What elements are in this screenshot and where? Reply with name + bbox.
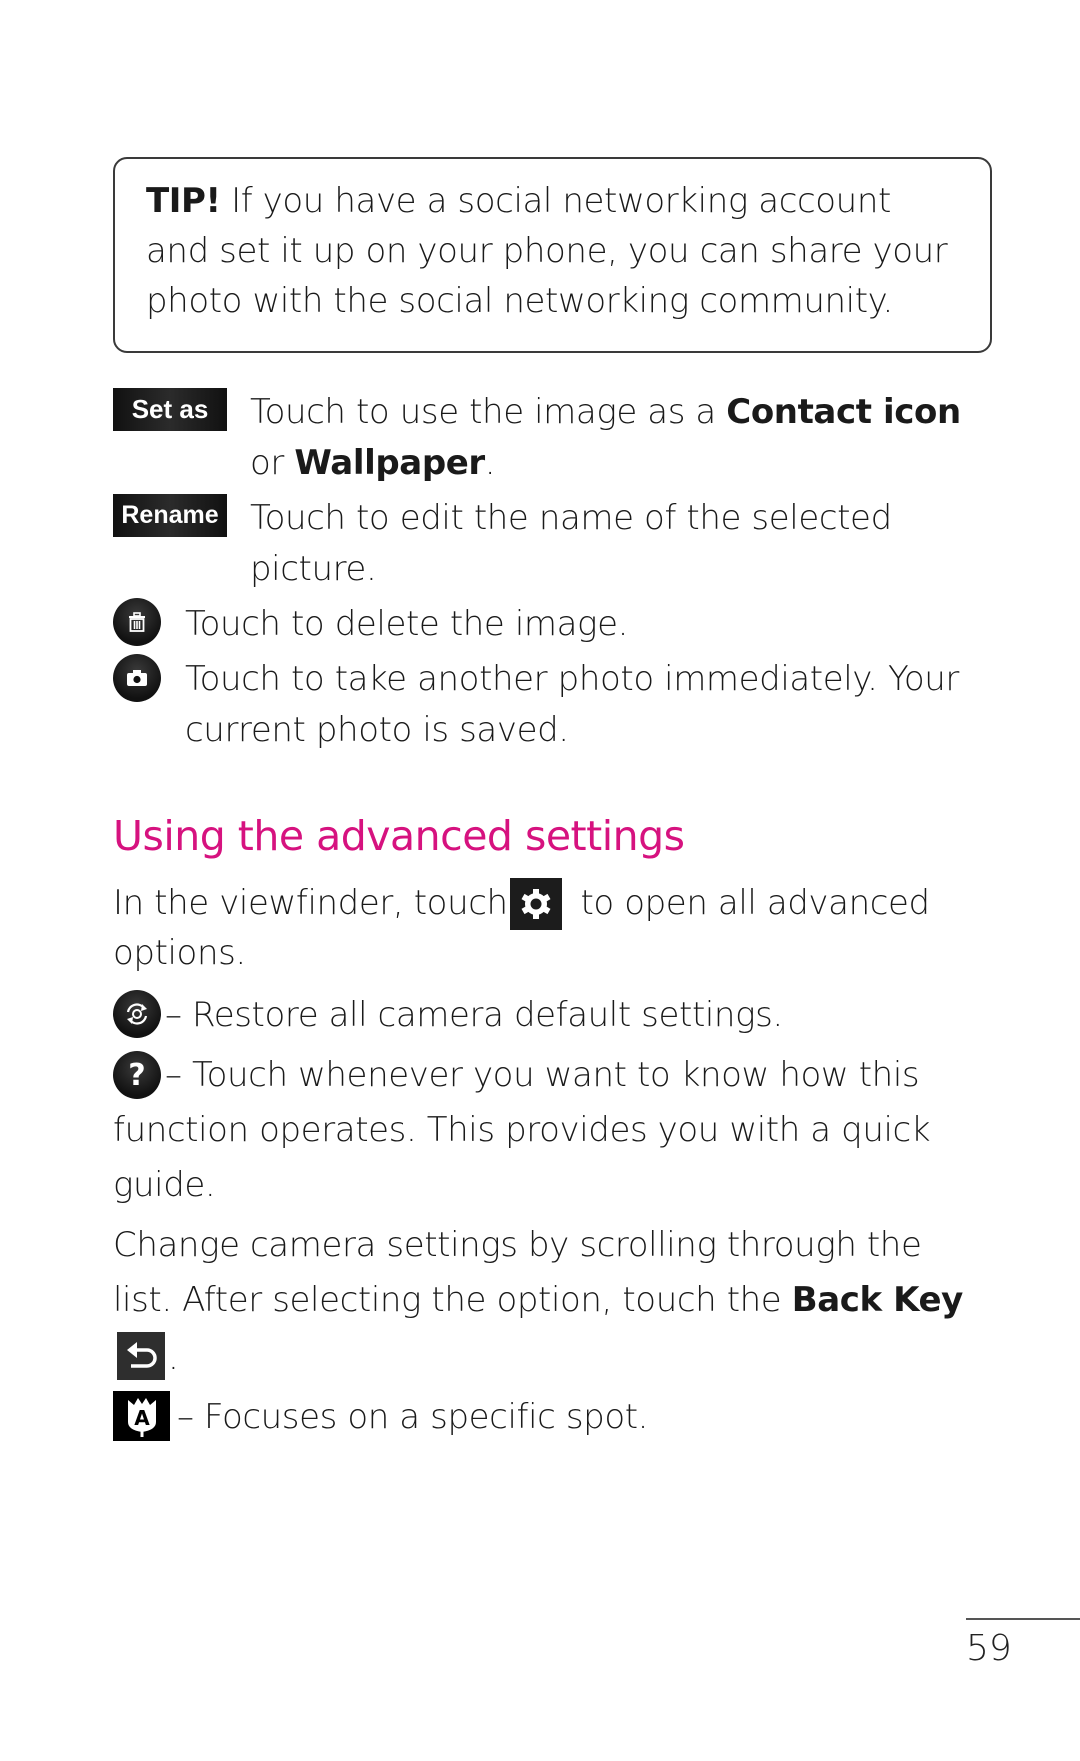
section-heading: Using the advanced settings	[113, 812, 685, 860]
focus-mode-button[interactable]: A	[113, 1391, 170, 1441]
contact-icon-term: Contact icon	[726, 392, 961, 432]
back-key-icon	[127, 1342, 157, 1368]
camera-description-line-2: current photo is saved.	[185, 710, 569, 750]
restore-button[interactable]	[113, 990, 161, 1038]
settings-gear-icon	[521, 889, 551, 919]
help-button[interactable]: ?	[113, 1051, 161, 1099]
delete-button[interactable]	[113, 598, 161, 646]
help-icon: ?	[128, 1057, 146, 1093]
rename-description-line-1: Touch to edit the name of the selected	[250, 498, 892, 538]
svg-text:A: A	[134, 1406, 150, 1430]
help-description-line-3: guide.	[113, 1165, 216, 1205]
change-settings-line-2: list. After selecting the option, touch …	[113, 1280, 963, 1320]
page-number: 59	[966, 1628, 1012, 1669]
tip-line-2: and set it up on your phone, you can sha…	[146, 231, 948, 271]
camera-description-line-1: Touch to take another photo immediately.…	[185, 659, 959, 699]
back-key-button[interactable]	[117, 1332, 165, 1380]
wallpaper-term: Wallpaper	[294, 443, 485, 483]
rename-button[interactable]: Rename	[113, 494, 227, 537]
camera-icon	[127, 670, 147, 686]
tip-label: TIP!	[146, 181, 221, 221]
help-description-line-2: function operates. This provides you wit…	[113, 1110, 931, 1150]
trash-icon	[129, 612, 145, 632]
restore-icon	[126, 1003, 148, 1025]
focus-description: – Focuses on a specific spot.	[177, 1397, 649, 1437]
back-key-period: .	[168, 1338, 179, 1378]
page-number-rule	[966, 1618, 1080, 1620]
delete-description: Touch to delete the image.	[185, 604, 628, 644]
camera-button[interactable]	[113, 654, 161, 702]
settings-button[interactable]	[510, 878, 562, 930]
set-as-description-line-2: or Wallpaper.	[250, 443, 496, 483]
restore-description: – Restore all camera default settings.	[165, 995, 783, 1035]
rename-description-line-2: picture.	[250, 549, 377, 589]
back-key-term: Back Key	[791, 1280, 964, 1320]
set-as-button[interactable]: Set as	[113, 388, 227, 431]
auto-focus-icon: A	[127, 1398, 156, 1437]
change-settings-line-1: Change camera settings by scrolling thro…	[113, 1225, 922, 1265]
tip-line-3: photo with the social networking communi…	[146, 281, 893, 321]
intro-line-2: options.	[113, 933, 246, 973]
help-description-line-1: – Touch whenever you want to know how th…	[165, 1055, 920, 1095]
set-as-description-line-1: Touch to use the image as a Contact icon	[250, 392, 961, 432]
tip-line-1: TIP! If you have a social networking acc…	[146, 181, 891, 221]
